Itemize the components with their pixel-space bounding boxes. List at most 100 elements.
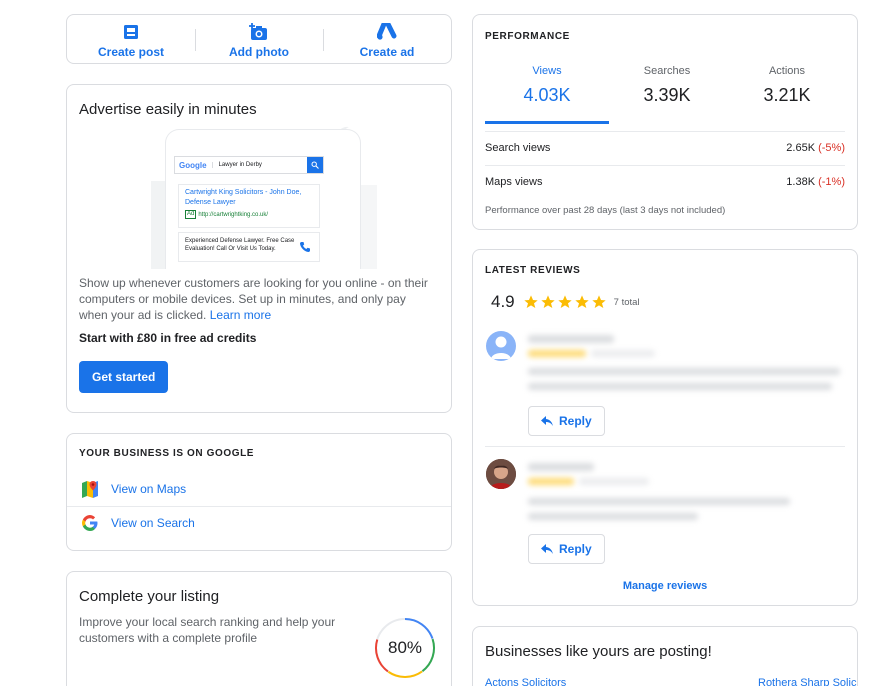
mockup-google-logo: Google [179, 160, 207, 170]
latest-reviews-heading: LATEST REVIEWS [485, 265, 581, 276]
mockup-search-query: Lawyer in Derby [211, 162, 307, 168]
advertise-description: Show up whenever customers are looking f… [79, 275, 433, 323]
phone-call-icon [300, 242, 310, 252]
business-on-google-heading: YOUR BUSINESS IS ON GOOGLE [79, 448, 255, 459]
review-date-redacted [579, 478, 649, 485]
tab-views[interactable]: Views 4.03K [487, 65, 607, 106]
tab-actions-value: 3.21K [763, 85, 811, 105]
avatar [486, 331, 516, 361]
active-tab-indicator [485, 121, 609, 124]
tab-views-label: Views [532, 65, 562, 77]
search-views-row: Search views 2.65K (-5%) [485, 131, 845, 164]
mockup-search-icon [307, 157, 323, 173]
mockup-ad-url: http://cartwrightking.co.uk/ [198, 211, 269, 218]
star-icon [557, 295, 572, 308]
complete-listing-description: Improve your local search ranking and he… [79, 615, 336, 645]
tab-searches-label: Searches [643, 65, 691, 77]
reply-button[interactable]: Reply [528, 534, 605, 564]
review-text-redacted [528, 498, 790, 505]
create-ad-button[interactable]: Create ad [327, 21, 447, 59]
view-on-search-link[interactable]: View on Search [67, 506, 451, 539]
reply-icon [541, 416, 553, 426]
tab-searches-value: 3.39K [643, 85, 691, 105]
business-on-google-card: YOUR BUSINESS IS ON GOOGLE View on Maps … [66, 433, 452, 551]
search-views-stat: 2.65K (-5%) [786, 142, 845, 154]
star-icon [523, 295, 538, 308]
latest-reviews-card: LATEST REVIEWS 4.9 7 total Reply Reply M… [472, 249, 858, 606]
manage-reviews-link[interactable]: Manage reviews [473, 580, 857, 592]
complete-listing-card: Complete your listing Improve your local… [66, 571, 452, 686]
create-post-label: Create post [97, 45, 165, 59]
review-date-redacted [591, 350, 655, 357]
review-text-redacted [528, 513, 698, 520]
learn-more-link[interactable]: Learn more [210, 308, 271, 322]
view-on-search-label: View on Search [111, 515, 195, 530]
divider [195, 29, 196, 51]
google-maps-icon [82, 480, 98, 498]
divider [323, 29, 324, 51]
maps-views-label: Maps views [485, 176, 543, 188]
review-stars-redacted [528, 350, 586, 357]
advertise-card: Advertise easily in minutes Google Lawye… [66, 84, 452, 413]
reply-label: Reply [559, 542, 592, 556]
get-started-button[interactable]: Get started [79, 361, 169, 393]
divider [485, 446, 845, 447]
post-icon [124, 25, 138, 39]
phone-mockup: Google Lawyer in Derby Cartwright King S… [165, 129, 361, 269]
star-icon [591, 295, 606, 308]
reply-label: Reply [559, 414, 592, 428]
person-icon [491, 336, 511, 359]
rating-value: 4.9 [491, 292, 515, 311]
tab-actions[interactable]: Actions 3.21K [727, 65, 847, 106]
complete-listing-title: Complete your listing [79, 588, 220, 605]
review-count: 7 total [613, 296, 640, 308]
add-photo-label: Add photo [229, 45, 289, 59]
performance-footnote: Performance over past 28 days (last 3 da… [485, 205, 726, 216]
google-g-icon [82, 514, 98, 531]
maps-views-stat: 1.38K (-1%) [786, 176, 845, 188]
review-text-redacted [528, 368, 840, 375]
completion-ring: 80% [373, 616, 437, 680]
maps-views-change: (-1%) [818, 176, 845, 188]
businesses-posting-card: Businesses like yours are posting! Acton… [472, 626, 858, 686]
google-ads-icon [377, 23, 397, 40]
mockup-search-bar: Google Lawyer in Derby [174, 156, 324, 174]
add-photo-icon [249, 23, 267, 40]
businesses-posting-title: Businesses like yours are posting! [485, 643, 712, 660]
rating-summary: 4.9 7 total [491, 292, 640, 312]
tab-searches[interactable]: Searches 3.39K [607, 65, 727, 106]
reply-icon [541, 544, 553, 554]
completion-percent: 80% [387, 638, 423, 657]
maps-views-row: Maps views 1.38K (-1%) [485, 165, 845, 198]
reviewer-name-redacted [528, 463, 594, 471]
reviewer-name-redacted [528, 335, 614, 343]
free-credit-text: Start with £80 in free ad credits [79, 331, 257, 345]
star-icon [540, 295, 555, 308]
advertise-title: Advertise easily in minutes [79, 101, 257, 118]
tab-actions-label: Actions [768, 65, 806, 77]
create-post-button[interactable]: Create post [71, 21, 191, 59]
add-photo-button[interactable]: Add photo [199, 21, 319, 59]
performance-heading: PERFORMANCE [485, 31, 570, 42]
review-text-redacted [528, 383, 832, 390]
avatar [486, 459, 516, 489]
search-views-label: Search views [485, 142, 551, 154]
create-ad-label: Create ad [359, 45, 415, 59]
view-on-maps-link[interactable]: View on Maps [67, 472, 451, 505]
quick-actions-card: Create post Add photo Create ad [66, 14, 452, 64]
maps-views-value: 1.38K [786, 176, 816, 188]
performance-card: PERFORMANCE Views 4.03K Searches 3.39K A… [472, 14, 858, 230]
mockup-ad-badge: Ad [185, 210, 197, 219]
rating-stars [523, 294, 607, 310]
business-link[interactable]: Rothera Sharp Solic [758, 677, 856, 686]
star-icon [574, 295, 589, 308]
search-views-value: 2.65K [786, 142, 816, 154]
tab-views-value: 4.03K [523, 85, 571, 105]
view-on-maps-label: View on Maps [111, 481, 187, 496]
reviewer-photo [486, 459, 516, 489]
business-link[interactable]: Actons Solicitors [485, 677, 566, 686]
review-stars-redacted [528, 478, 574, 485]
mockup-ad-title: Cartwright King Solicitors - John Doe, D… [185, 189, 302, 206]
search-views-change: (-5%) [818, 142, 845, 154]
reply-button[interactable]: Reply [528, 406, 605, 436]
